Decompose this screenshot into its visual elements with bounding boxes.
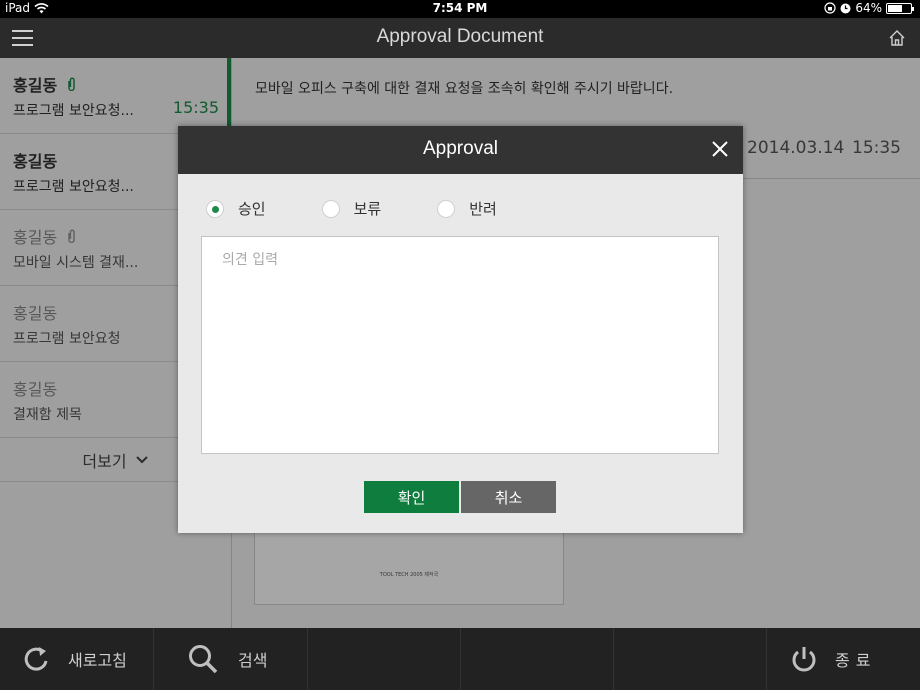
power-icon (792, 647, 816, 672)
radio-circle (437, 199, 456, 218)
battery-icon (886, 2, 914, 14)
opinion-input[interactable] (201, 236, 719, 454)
dialog-title: Approval (423, 138, 498, 159)
battery-fill (888, 4, 903, 12)
refresh-button[interactable]: 새로고침 (0, 628, 154, 690)
status-right: 64% (824, 1, 914, 15)
home-icon[interactable] (888, 29, 906, 47)
search-label: 검색 (238, 651, 268, 670)
dialog-header: Approval (178, 126, 743, 174)
rotation-lock-icon (824, 2, 836, 14)
decision-label: 반려 (469, 200, 497, 218)
decision-radio-group: 승인 보류 반려 (206, 198, 497, 219)
refresh-label: 새로고침 (68, 651, 127, 670)
exit-button[interactable]: 종료 (767, 628, 920, 690)
close-icon[interactable] (711, 140, 729, 158)
radio-circle (206, 199, 224, 218)
app-header: Approval Document (0, 18, 920, 58)
decision-option[interactable]: 반려 (437, 198, 497, 219)
dialog-buttons: 확인 취소 (364, 481, 556, 513)
decision-label: 승인 (238, 200, 266, 218)
exit-label: 종료 (835, 651, 877, 670)
radio-circle (321, 199, 340, 218)
battery-percent: 64% (855, 1, 882, 15)
alarm-icon (840, 3, 851, 13)
cancel-button[interactable]: 취소 (461, 481, 556, 513)
search-button[interactable]: 검색 (154, 628, 308, 690)
search-icon (189, 645, 218, 674)
confirm-button[interactable]: 확인 (364, 481, 459, 513)
bottom-toolbar: 새로고침 검색 종료 (0, 628, 920, 690)
status-bar: iPad 7:54 PM 64% (0, 0, 920, 18)
decision-option[interactable]: 승인 (206, 198, 266, 219)
decision-option[interactable]: 보류 (321, 198, 382, 219)
approval-dialog: Approval 승인 보류 반려 확인 취소 (178, 126, 743, 533)
refresh-icon (24, 647, 48, 671)
page-title: Approval Document (376, 26, 544, 47)
status-time: 7:54 PM (432, 1, 488, 15)
toolbar-spacer (308, 628, 767, 690)
decision-label: 보류 (353, 200, 382, 218)
